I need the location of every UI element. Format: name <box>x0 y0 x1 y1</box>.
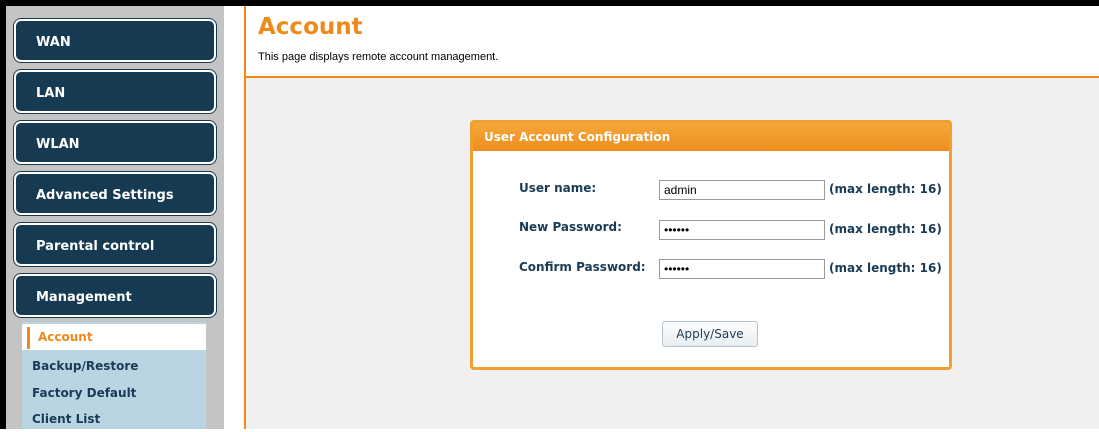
new-password-input[interactable] <box>659 220 825 240</box>
new-password-max-length-hint: (max length: 16) <box>829 222 942 236</box>
confirm-password-input[interactable] <box>659 259 825 279</box>
apply-save-button[interactable]: Apply/Save <box>662 321 758 347</box>
nav-lan[interactable]: LAN <box>14 70 216 113</box>
page-description: This page displays remote account manage… <box>258 51 499 63</box>
nav-management[interactable]: Management <box>14 274 216 317</box>
page-title: Account <box>258 14 363 40</box>
page-header: Account This page displays remote accoun… <box>246 6 1099 78</box>
username-max-length-hint: (max length: 16) <box>829 182 942 196</box>
username-label: User name: <box>519 181 597 195</box>
main-content: Account This page displays remote accoun… <box>244 6 1099 429</box>
management-submenu: Account Backup/Restore Factory Default C… <box>22 322 206 429</box>
nav-advanced-settings[interactable]: Advanced Settings <box>14 172 216 215</box>
submenu-item-account[interactable]: Account <box>22 324 206 350</box>
nav-parental-control[interactable]: Parental control <box>14 223 216 266</box>
sidebar: WAN LAN WLAN Advanced Settings Parental … <box>6 6 224 429</box>
nav-wan[interactable]: WAN <box>14 19 216 62</box>
confirm-password-max-length-hint: (max length: 16) <box>829 261 942 275</box>
submenu-item-client-list[interactable]: Client List <box>22 406 206 432</box>
nav-wlan[interactable]: WLAN <box>14 121 216 164</box>
new-password-label: New Password: <box>519 220 622 234</box>
confirm-password-label: Confirm Password: <box>519 260 646 274</box>
username-input[interactable] <box>659 180 825 200</box>
submenu-item-backup-restore[interactable]: Backup/Restore <box>22 353 206 379</box>
panel-title: User Account Configuration <box>473 123 949 151</box>
user-account-config-panel: User Account Configuration User name: (m… <box>470 120 952 370</box>
submenu-item-factory-default[interactable]: Factory Default <box>22 380 206 406</box>
